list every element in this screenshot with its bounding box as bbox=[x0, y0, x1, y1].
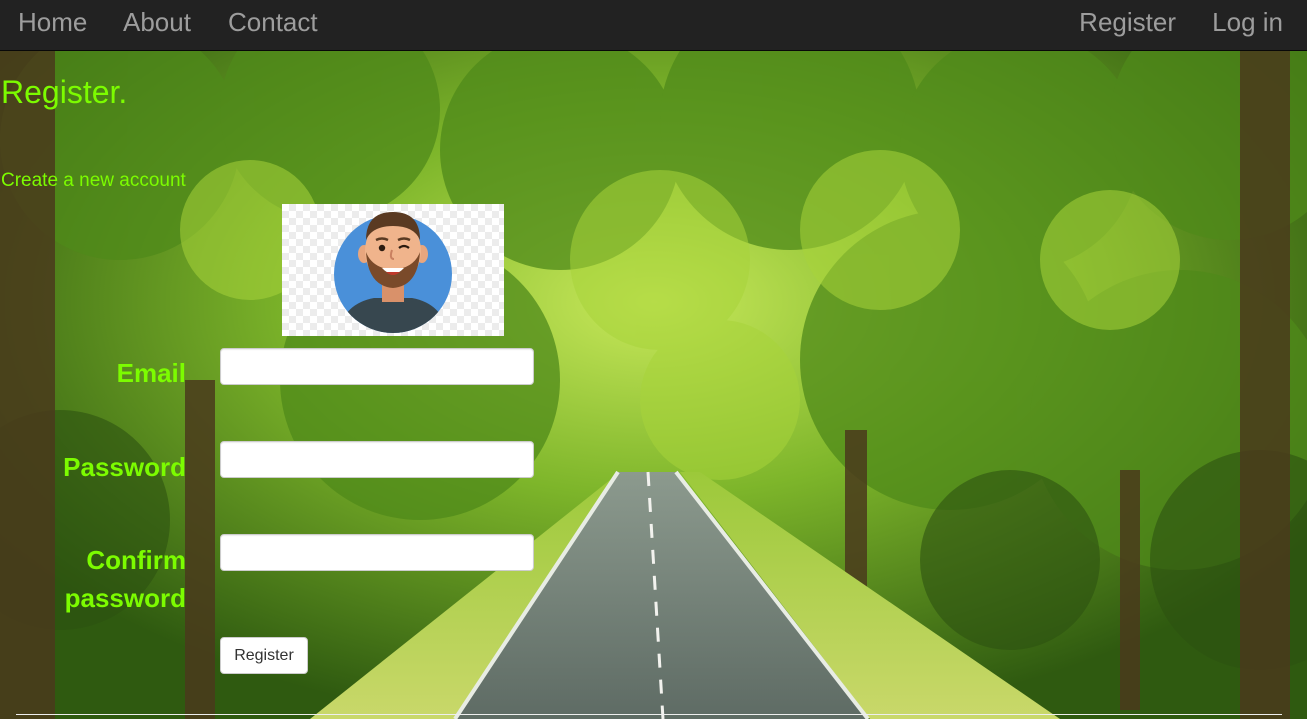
confirm-password-field[interactable] bbox=[220, 534, 534, 571]
avatar-image bbox=[282, 204, 504, 336]
password-label: Password bbox=[63, 452, 186, 482]
nav-register-link[interactable]: Register bbox=[1079, 0, 1176, 44]
register-button[interactable]: Register bbox=[220, 637, 308, 674]
nav-about-link[interactable]: About bbox=[123, 0, 191, 44]
email-label: Email bbox=[116, 358, 186, 388]
password-field[interactable] bbox=[220, 441, 534, 478]
confirm-password-label: Confirm password bbox=[64, 545, 186, 613]
page-subtitle: Create a new account bbox=[1, 170, 186, 191]
footer-divider bbox=[16, 714, 1282, 715]
nav-contact-link[interactable]: Contact bbox=[228, 0, 318, 44]
page-title: Register. bbox=[1, 74, 128, 110]
top-navbar: Home About Contact Register Log in bbox=[0, 0, 1307, 51]
nav-home-link[interactable]: Home bbox=[18, 0, 87, 44]
email-field[interactable] bbox=[220, 348, 534, 385]
cartoon-man-avatar-icon bbox=[334, 212, 452, 333]
nav-login-link[interactable]: Log in bbox=[1212, 0, 1283, 44]
register-page: Register. Create a new account Email Pas… bbox=[0, 51, 1307, 719]
